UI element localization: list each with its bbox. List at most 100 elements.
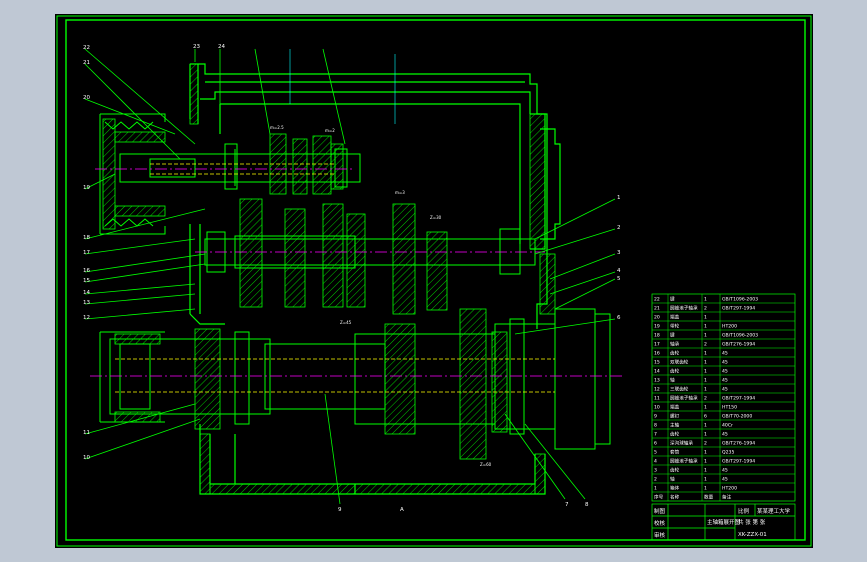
parts-header-spec: 备注 bbox=[722, 494, 732, 501]
parts-row-qty: 2 bbox=[704, 306, 707, 312]
parts-row-no: 1 bbox=[654, 486, 657, 492]
parts-row-name: 轴承 bbox=[670, 341, 680, 348]
parts-row-spec: Q235 bbox=[722, 450, 734, 456]
school-name: 某某理工大学 bbox=[757, 507, 791, 515]
parts-row-no: 17 bbox=[654, 342, 660, 348]
parts-row-name: 圆锥滚子轴承 bbox=[670, 458, 698, 465]
callout-left-5: 13 bbox=[83, 300, 90, 306]
drawing-sheet: 22 21 20 19 23 24 18 17 16 15 14 13 12 1… bbox=[55, 14, 813, 548]
parts-row-no: 13 bbox=[654, 378, 660, 384]
callout-right-4: 5 bbox=[617, 276, 621, 282]
parts-row-spec: 40Cr bbox=[722, 423, 733, 429]
parts-row-qty: 1 bbox=[704, 468, 707, 474]
parts-row-no: 12 bbox=[654, 387, 660, 393]
callout-left-0: 18 bbox=[83, 235, 90, 241]
hidden-lines bbox=[289, 49, 396, 124]
parts-row-qty: 2 bbox=[704, 441, 707, 447]
parts-row-name: 箱体 bbox=[670, 485, 680, 492]
parts-row-qty: 1 bbox=[704, 459, 707, 465]
callout-right-2: 3 bbox=[617, 250, 621, 256]
callout-top-1: 21 bbox=[83, 60, 90, 66]
sheet-label: 共 张 第 张 bbox=[738, 518, 766, 526]
parts-row-qty: 1 bbox=[704, 432, 707, 438]
parts-row-qty: 1 bbox=[704, 297, 707, 303]
gearbox-assembly-drawing: 22 21 20 19 23 24 18 17 16 15 14 13 12 1… bbox=[56, 15, 812, 547]
parts-row-no: 2 bbox=[654, 477, 657, 483]
parts-header-no: 序号 bbox=[654, 494, 664, 501]
parts-row-name: 端盖 bbox=[670, 314, 680, 321]
callout-right-1: 2 bbox=[617, 225, 621, 231]
parts-row-spec: GB/T276-1994 bbox=[722, 342, 755, 348]
parts-row-qty: 2 bbox=[704, 396, 707, 402]
parts-row-no: 18 bbox=[654, 333, 660, 339]
parts-row-no: 7 bbox=[654, 432, 657, 438]
parts-row-no: 14 bbox=[654, 369, 660, 375]
callout-left-8: 10 bbox=[83, 455, 90, 461]
parts-row-name: 齿轮 bbox=[670, 350, 680, 357]
parts-row-qty: 1 bbox=[704, 387, 707, 393]
parts-row-name: 主轴 bbox=[670, 422, 680, 429]
parts-row-spec: 45 bbox=[722, 477, 728, 483]
parts-row-no: 15 bbox=[654, 360, 660, 366]
parts-row-no: 6 bbox=[654, 441, 657, 447]
parts-row-spec: 45 bbox=[722, 387, 728, 393]
parts-row-spec: 45 bbox=[722, 468, 728, 474]
drawing-number: XK-ZZX-01 bbox=[738, 532, 767, 538]
parts-row-qty: 1 bbox=[704, 423, 707, 429]
parts-row-no: 21 bbox=[654, 306, 660, 312]
parts-row-spec: GB/T297-1994 bbox=[722, 306, 755, 312]
gear-label-0: m=2.5 bbox=[270, 125, 284, 130]
parts-row-name: 轴 bbox=[670, 377, 675, 384]
parts-row-spec: HT150 bbox=[722, 405, 737, 411]
parts-row-qty: 1 bbox=[704, 324, 707, 330]
parts-row-name: 齿轮 bbox=[670, 431, 680, 438]
callout-right-0: 1 bbox=[617, 195, 621, 201]
parts-row-name: 端盖 bbox=[670, 404, 680, 411]
title-row-1: 校核 bbox=[654, 519, 666, 527]
parts-header-name: 名称 bbox=[670, 494, 680, 501]
callout-right-7: 8 bbox=[585, 502, 589, 508]
parts-row-name: 螺钉 bbox=[670, 413, 680, 420]
drawing-title: 主轴箱展开图 bbox=[707, 518, 741, 526]
parts-row-name: 套筒 bbox=[670, 449, 680, 456]
gear-label-5: Z=60 bbox=[480, 462, 492, 467]
parts-row-spec: GB/T297-1994 bbox=[722, 396, 755, 402]
parts-row-no: 3 bbox=[654, 468, 657, 474]
parts-row-name: 圆锥滚子轴承 bbox=[670, 395, 698, 402]
parts-row-spec: 45 bbox=[722, 378, 728, 384]
parts-row-no: 16 bbox=[654, 351, 660, 357]
parts-row-qty: 1 bbox=[704, 378, 707, 384]
callout-right-6: 7 bbox=[565, 502, 569, 508]
callout-left-3: 15 bbox=[83, 278, 90, 284]
parts-row-name: 双联齿轮 bbox=[670, 359, 689, 366]
callout-top-5: 24 bbox=[218, 44, 225, 50]
parts-row-no: 8 bbox=[654, 423, 657, 429]
parts-row-name: 圆锥滚子轴承 bbox=[670, 305, 698, 312]
callout-left-7: 11 bbox=[83, 430, 90, 436]
gear-label-2: m=3 bbox=[395, 190, 405, 195]
parts-row-name: 三联齿轮 bbox=[670, 386, 689, 393]
parts-row-no: 10 bbox=[654, 405, 660, 411]
parts-row-spec: 45 bbox=[722, 360, 728, 366]
parts-row-no: 9 bbox=[654, 414, 657, 420]
title-row-0: 制图 bbox=[654, 507, 666, 515]
callout-top-3: 19 bbox=[83, 185, 90, 191]
callout-left-1: 17 bbox=[83, 250, 90, 256]
callout-top-0: 22 bbox=[83, 45, 90, 51]
main-spindle bbox=[99, 308, 611, 450]
callout-left-2: 16 bbox=[83, 268, 90, 274]
parts-row-no: 20 bbox=[654, 315, 660, 321]
callout-left-6: 12 bbox=[83, 315, 90, 321]
parts-row-spec: HT200 bbox=[722, 324, 737, 330]
parts-row-spec: GB/T70-2000 bbox=[722, 414, 752, 420]
callout-bottom-0: 9 bbox=[338, 507, 342, 513]
parts-row-name: 键 bbox=[670, 296, 675, 303]
parts-row-qty: 1 bbox=[704, 486, 707, 492]
parts-row-spec: GB/T1096-2003 bbox=[722, 297, 758, 303]
parts-row-name: 齿轮 bbox=[670, 368, 680, 375]
parts-row-qty: 1 bbox=[704, 369, 707, 375]
callout-right-5: 6 bbox=[617, 315, 621, 321]
callout-right-3: 4 bbox=[617, 268, 621, 274]
callout-top-2: 20 bbox=[83, 95, 90, 101]
parts-row-qty: 1 bbox=[704, 351, 707, 357]
